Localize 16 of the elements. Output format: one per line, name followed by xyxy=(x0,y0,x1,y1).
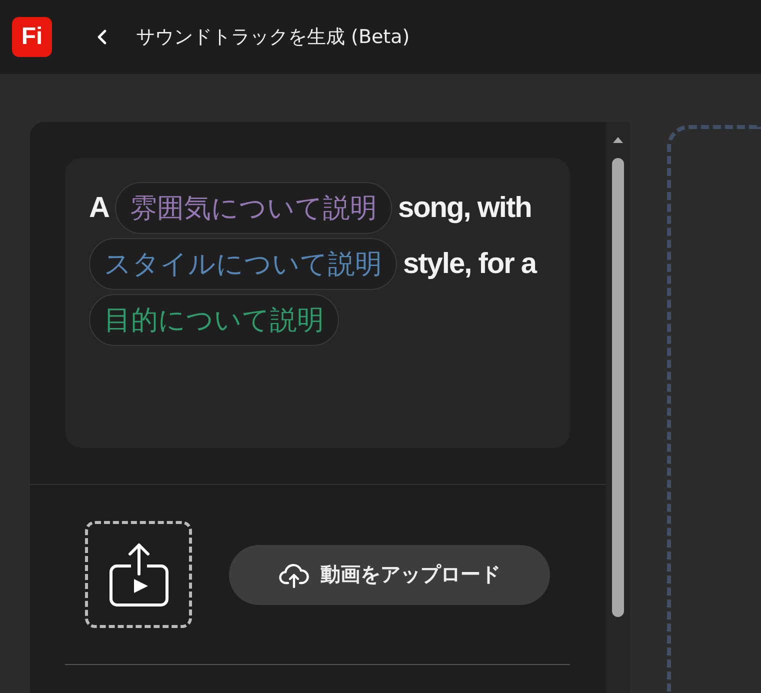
cloud-upload-icon xyxy=(278,562,308,588)
app-logo[interactable]: Fi xyxy=(12,17,52,57)
prompt-chip[interactable]: スタイルについて説明 xyxy=(89,238,397,290)
share-video-icon xyxy=(108,542,170,608)
upload-video-button[interactable]: 動画をアップロード xyxy=(229,544,550,604)
video-drop-zone[interactable] xyxy=(85,521,192,628)
prompt-text: style, for a xyxy=(403,248,536,280)
back-icon[interactable] xyxy=(96,29,108,45)
prompt-text: A xyxy=(89,192,109,224)
page-title: サウンドトラックを生成 (Beta) xyxy=(136,25,410,50)
scroll-up-icon[interactable] xyxy=(612,136,624,144)
prompt-chip[interactable]: 目的について説明 xyxy=(89,294,339,346)
scrollbar-thumb[interactable] xyxy=(612,158,624,617)
prompt-chip[interactable]: 雰囲気について説明 xyxy=(114,182,392,234)
scrollbar[interactable] xyxy=(606,122,630,693)
prompt-text: song, with xyxy=(398,192,532,224)
